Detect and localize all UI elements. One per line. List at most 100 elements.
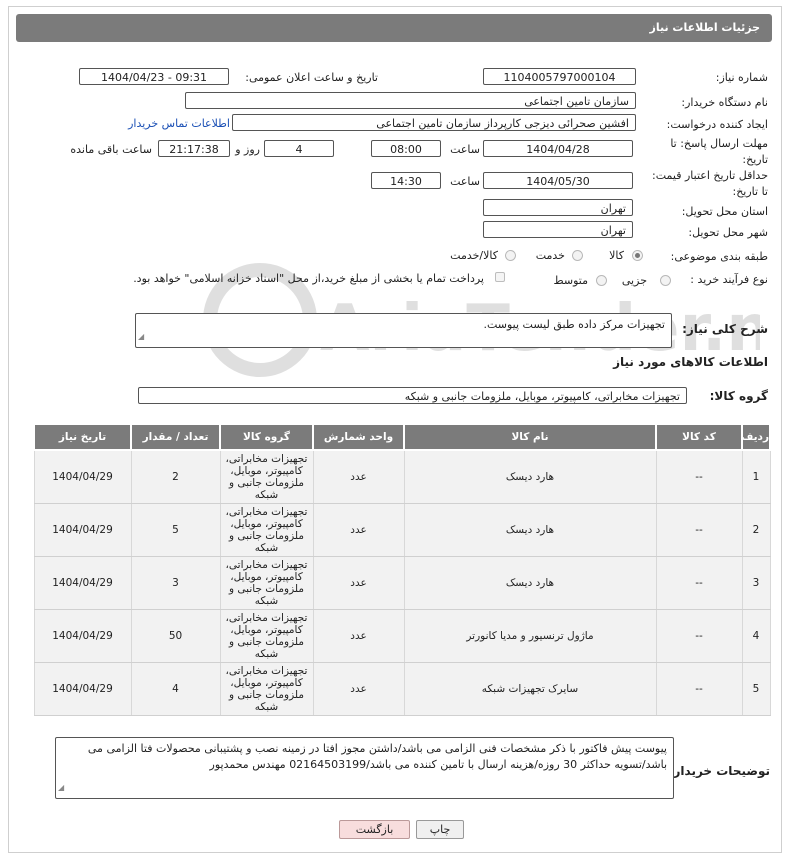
treasury-checkbox[interactable] [495,272,505,282]
back-button[interactable]: بازگشت [339,820,410,839]
category-label: طبقه بندی موضوعی: [670,250,768,263]
cell-row-number: 4 [741,609,771,663]
category-radio-goods[interactable] [632,250,643,261]
cell-unit: عدد [312,556,405,610]
cell-quantity: 3 [130,556,221,610]
table-row: 4 -- ماژول ترنسیور و مدیا کانورتر عدد تج… [33,609,771,663]
header-item-code: کد کالا [655,423,743,451]
city-label: شهر محل تحویل: [688,226,768,239]
days-label: روز و [235,143,260,156]
contact-buyer-link[interactable]: اطلاعات تماس خریدار [128,117,230,130]
print-button[interactable]: چاپ [416,820,464,839]
cell-item-code: -- [655,449,743,504]
cell-unit: عدد [312,503,405,557]
buyer-org-label: نام دستگاه خریدار: [681,96,768,109]
treasury-note: پرداخت تمام یا بخشی از مبلغ خرید،از محل … [133,272,484,285]
validity-label: حداقل تاریخ اعتبار قیمت: تا تاریخ: [652,169,768,198]
resize-grip-icon: ◢ [58,783,65,792]
deadline-time-label: ساعت [450,143,480,156]
cell-need-date: 1404/04/29 [33,662,132,716]
validity-time-label: ساعت [450,175,480,188]
cell-item-name: هارد دیسک [403,449,657,504]
cell-row-number: 5 [741,662,771,716]
header-unit: واحد شمارش [312,423,405,451]
cell-need-date: 1404/04/29 [33,449,132,504]
cell-row-number: 1 [741,449,771,504]
table-header-row: ردیف کد کالا نام کالا واحد شمارش گروه کا… [33,423,771,451]
province-field: تهران [483,199,633,216]
buyer-notes-text: پیوست پیش فاکتور با ذکر مشخصات فنی الزام… [87,742,667,771]
cell-item-name: سایرک تجهیزات شبکه [403,662,657,716]
table-row: 5 -- سایرک تجهیزات شبکه عدد تجهیزات مخاب… [33,662,771,716]
cell-quantity: 4 [130,662,221,716]
goods-info-title: اطلاعات کالاهای مورد نیاز [613,355,768,369]
cell-item-code: -- [655,503,743,557]
cell-group: تجهیزات مخابراتی، کامپیوتر، موبایل، ملزو… [219,449,314,504]
buyer-notes-textarea[interactable]: پیوست پیش فاکتور با ذکر مشخصات فنی الزام… [55,737,674,799]
category-option-goods-service: کالا/خدمت [450,249,498,262]
cell-quantity: 2 [130,449,221,504]
cell-quantity: 5 [130,503,221,557]
header-group: گروه کالا [219,423,314,451]
goods-group-field: تجهیزات مخابراتی، کامپیوتر، موبایل، ملزو… [138,387,687,404]
header-need-date: تاریخ نیاز [33,423,132,451]
days-field: 4 [264,140,334,157]
remaining-label: ساعت باقی مانده [70,143,152,156]
deadline-date-field: 1404/04/28 [483,140,633,157]
cell-group: تجهیزات مخابراتی، کامپیوتر، موبایل، ملزو… [219,609,314,663]
need-number-field: 1104005797000104 [483,68,636,85]
province-label: استان محل تحویل: [681,205,768,218]
header-item-name: نام کالا [403,423,657,451]
creator-label: ایجاد کننده درخواست: [666,118,768,131]
need-number-label: شماره نیاز: [715,71,768,84]
page-title: جزئیات اطلاعات نیاز [649,21,761,34]
description-text: تجهیزات مرکز داده طبق لیست پیوست. [483,318,665,331]
process-radio-medium[interactable] [596,275,607,286]
cell-row-number: 3 [741,556,771,610]
cell-item-name: هارد دیسک [403,556,657,610]
category-radio-goods-service[interactable] [505,250,516,261]
header-quantity: تعداد / مقدار [130,423,221,451]
deadline-time-field: 08:00 [371,140,441,157]
cell-need-date: 1404/04/29 [33,556,132,610]
cell-need-date: 1404/04/29 [33,609,132,663]
table-row: 3 -- هارد دیسک عدد تجهیزات مخابراتی، کام… [33,556,771,610]
validity-time-field: 14:30 [371,172,441,189]
cell-group: تجهیزات مخابراتی، کامپیوتر، موبایل، ملزو… [219,503,314,557]
process-option-medium: متوسط [553,274,588,287]
goods-group-label: گروه کالا: [709,389,768,403]
buyer-org-field: سازمان تامین اجتماعی [185,92,636,109]
buyer-notes-label: توضیحات خریدار: [668,764,770,778]
deadline-label: مهلت ارسال پاسخ: تا تاریخ: [670,137,768,166]
category-radio-service[interactable] [572,250,583,261]
cell-item-name: ماژول ترنسیور و مدیا کانورتر [403,609,657,663]
cell-unit: عدد [312,449,405,504]
cell-unit: عدد [312,609,405,663]
page-header: جزئیات اطلاعات نیاز [16,14,772,42]
table-row: 1 -- هارد دیسک عدد تجهیزات مخابراتی، کام… [33,449,771,504]
resize-grip-icon: ◢ [138,332,145,341]
creator-field: افشین صحرائی دیزجی کارپرداز سازمان تامین… [232,114,636,131]
cell-quantity: 50 [130,609,221,663]
announce-label: تاریخ و ساعت اعلان عمومی: [245,71,378,84]
table-row: 2 -- هارد دیسک عدد تجهیزات مخابراتی، کام… [33,503,771,557]
description-textarea[interactable]: تجهیزات مرکز داده طبق لیست پیوست. ◢ [135,313,672,348]
cell-row-number: 2 [741,503,771,557]
cell-item-code: -- [655,609,743,663]
cell-item-code: -- [655,662,743,716]
cell-item-name: هارد دیسک [403,503,657,557]
announce-field: 1404/04/23 - 09:31 [79,68,229,85]
process-label: نوع فرآیند خرید : [690,273,768,286]
process-option-small: جزیی [621,274,647,287]
cell-need-date: 1404/04/29 [33,503,132,557]
remaining-time-field: 21:17:38 [158,140,230,157]
process-radio-small[interactable] [660,275,671,286]
cell-item-code: -- [655,556,743,610]
header-row-number: ردیف [741,423,771,451]
cell-group: تجهیزات مخابراتی، کامپیوتر، موبایل، ملزو… [219,556,314,610]
cell-unit: عدد [312,662,405,716]
category-option-service: خدمت [535,249,565,262]
description-label: شرح کلی نیاز: [682,322,768,336]
validity-date-field: 1404/05/30 [483,172,633,189]
items-table: ردیف کد کالا نام کالا واحد شمارش گروه کا… [33,423,771,716]
